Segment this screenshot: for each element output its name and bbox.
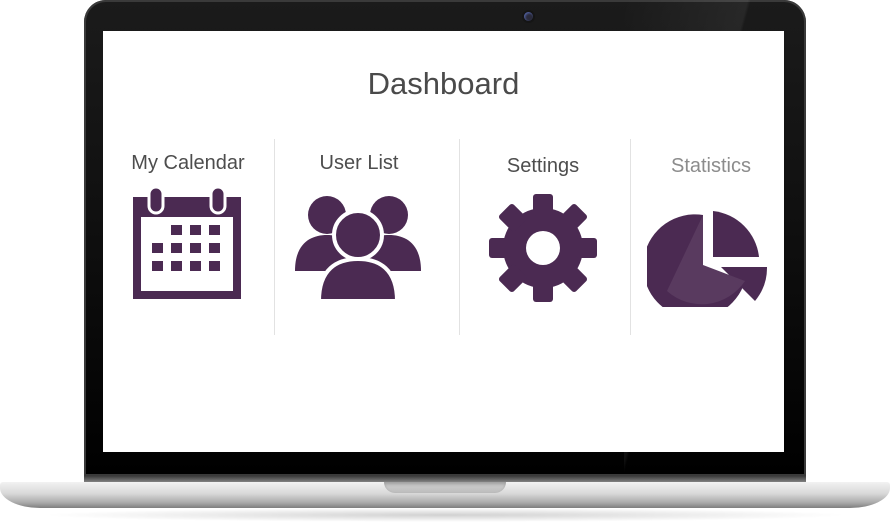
webcam-icon [524,12,533,21]
gear-icon [489,194,597,302]
tile-my-calendar[interactable]: My Calendar [108,149,268,329]
users-icon [295,196,421,301]
tile-label-my-calendar: My Calendar [131,152,245,174]
laptop-screen: Dashboard My Calendar User List Settings… [103,31,784,452]
tile-label-user-list: User List [319,152,399,174]
calendar-icon [133,187,241,299]
tile-divider-2 [459,139,460,335]
laptop-shadow [40,508,850,522]
tile-user-list[interactable]: User List [279,149,439,329]
laptop-opening-notch [384,482,506,493]
tile-statistics[interactable]: Statistics [631,149,784,329]
tile-label-settings: Settings [506,155,580,177]
tile-divider-1 [274,139,275,335]
pie-chart-icon [647,211,768,307]
tile-settings[interactable]: Settings [463,149,623,329]
tile-label-statistics: Statistics [670,155,752,177]
page-title: Dashboard [367,66,520,101]
